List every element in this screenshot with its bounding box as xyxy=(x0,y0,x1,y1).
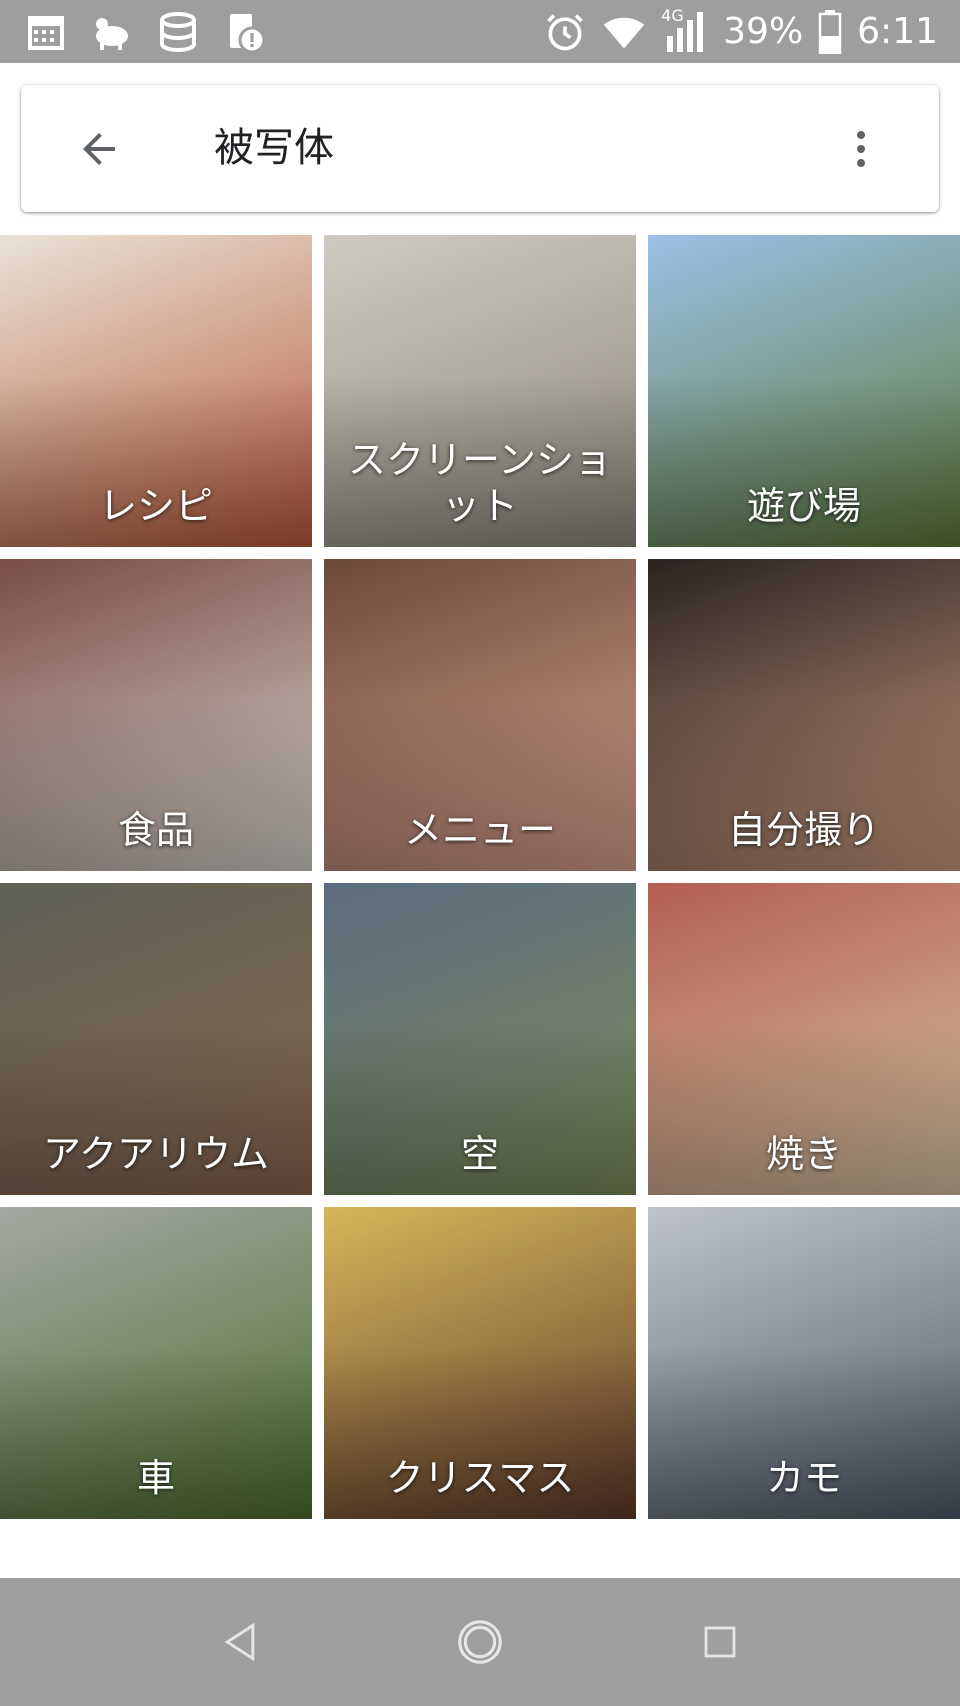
category-label: レシピ xyxy=(98,484,213,528)
category-label: 自分撮り xyxy=(727,808,880,852)
status-icons-left xyxy=(22,8,268,56)
wifi-icon xyxy=(603,17,645,48)
system-nav-bar xyxy=(0,1578,960,1706)
category-label: 食品 xyxy=(117,808,194,852)
nav-back-icon xyxy=(224,1622,255,1662)
back-button[interactable] xyxy=(61,111,137,187)
nav-recents-icon xyxy=(704,1626,736,1658)
category-label: 遊び場 xyxy=(746,484,861,528)
calendar-icon xyxy=(28,16,64,50)
category-tile[interactable]: 食品 xyxy=(0,559,312,871)
category-tile[interactable]: 焼き xyxy=(648,883,960,1195)
category-label: クリスマス xyxy=(385,1456,575,1500)
clipboard-alert-icon xyxy=(230,14,266,54)
more-options-button[interactable] xyxy=(823,111,899,187)
status-bar: 4G 39% 6:11 xyxy=(0,0,960,63)
battery-percent: 39% xyxy=(723,11,804,52)
category-tile[interactable]: アクアリウム xyxy=(0,883,312,1195)
category-label: スクリーンショット xyxy=(347,438,613,528)
category-tile[interactable]: 遊び場 xyxy=(648,235,960,547)
battery-icon xyxy=(818,9,842,54)
storage-icon xyxy=(160,12,196,53)
category-tile[interactable]: 車 xyxy=(0,1207,312,1519)
arrow-back-icon xyxy=(83,133,115,165)
nav-recents-button[interactable] xyxy=(680,1602,760,1682)
category-tile[interactable]: 空 xyxy=(324,883,636,1195)
more-vert-icon xyxy=(857,131,865,167)
clock: 6:11 xyxy=(857,11,938,52)
category-label: 焼き xyxy=(765,1132,842,1176)
nav-home-button[interactable] xyxy=(440,1602,520,1682)
category-tile[interactable]: スクリーンショット xyxy=(324,235,636,547)
category-tile[interactable]: 自分撮り xyxy=(648,559,960,871)
pet-icon xyxy=(96,18,128,50)
category-tile[interactable]: クリスマス xyxy=(324,1207,636,1519)
nav-back-button[interactable] xyxy=(200,1602,280,1682)
signal-4g-icon: 4G xyxy=(661,6,709,56)
status-icons-right: 4G 39% 6:11 xyxy=(543,0,938,63)
category-label: カモ xyxy=(765,1456,842,1500)
category-tile[interactable]: メニュー xyxy=(324,559,636,871)
page-title: 被写体 xyxy=(214,125,334,171)
category-label: 車 xyxy=(136,1456,175,1500)
nav-home-icon xyxy=(458,1620,502,1664)
category-tile[interactable]: カモ xyxy=(648,1207,960,1519)
category-label: メニュー xyxy=(403,808,556,852)
category-label: アクアリウム xyxy=(42,1132,270,1176)
category-label: 空 xyxy=(460,1132,499,1176)
search-app-bar: 被写体 xyxy=(21,85,939,212)
alarm-icon xyxy=(547,13,583,50)
category-tile[interactable]: レシピ xyxy=(0,235,312,547)
